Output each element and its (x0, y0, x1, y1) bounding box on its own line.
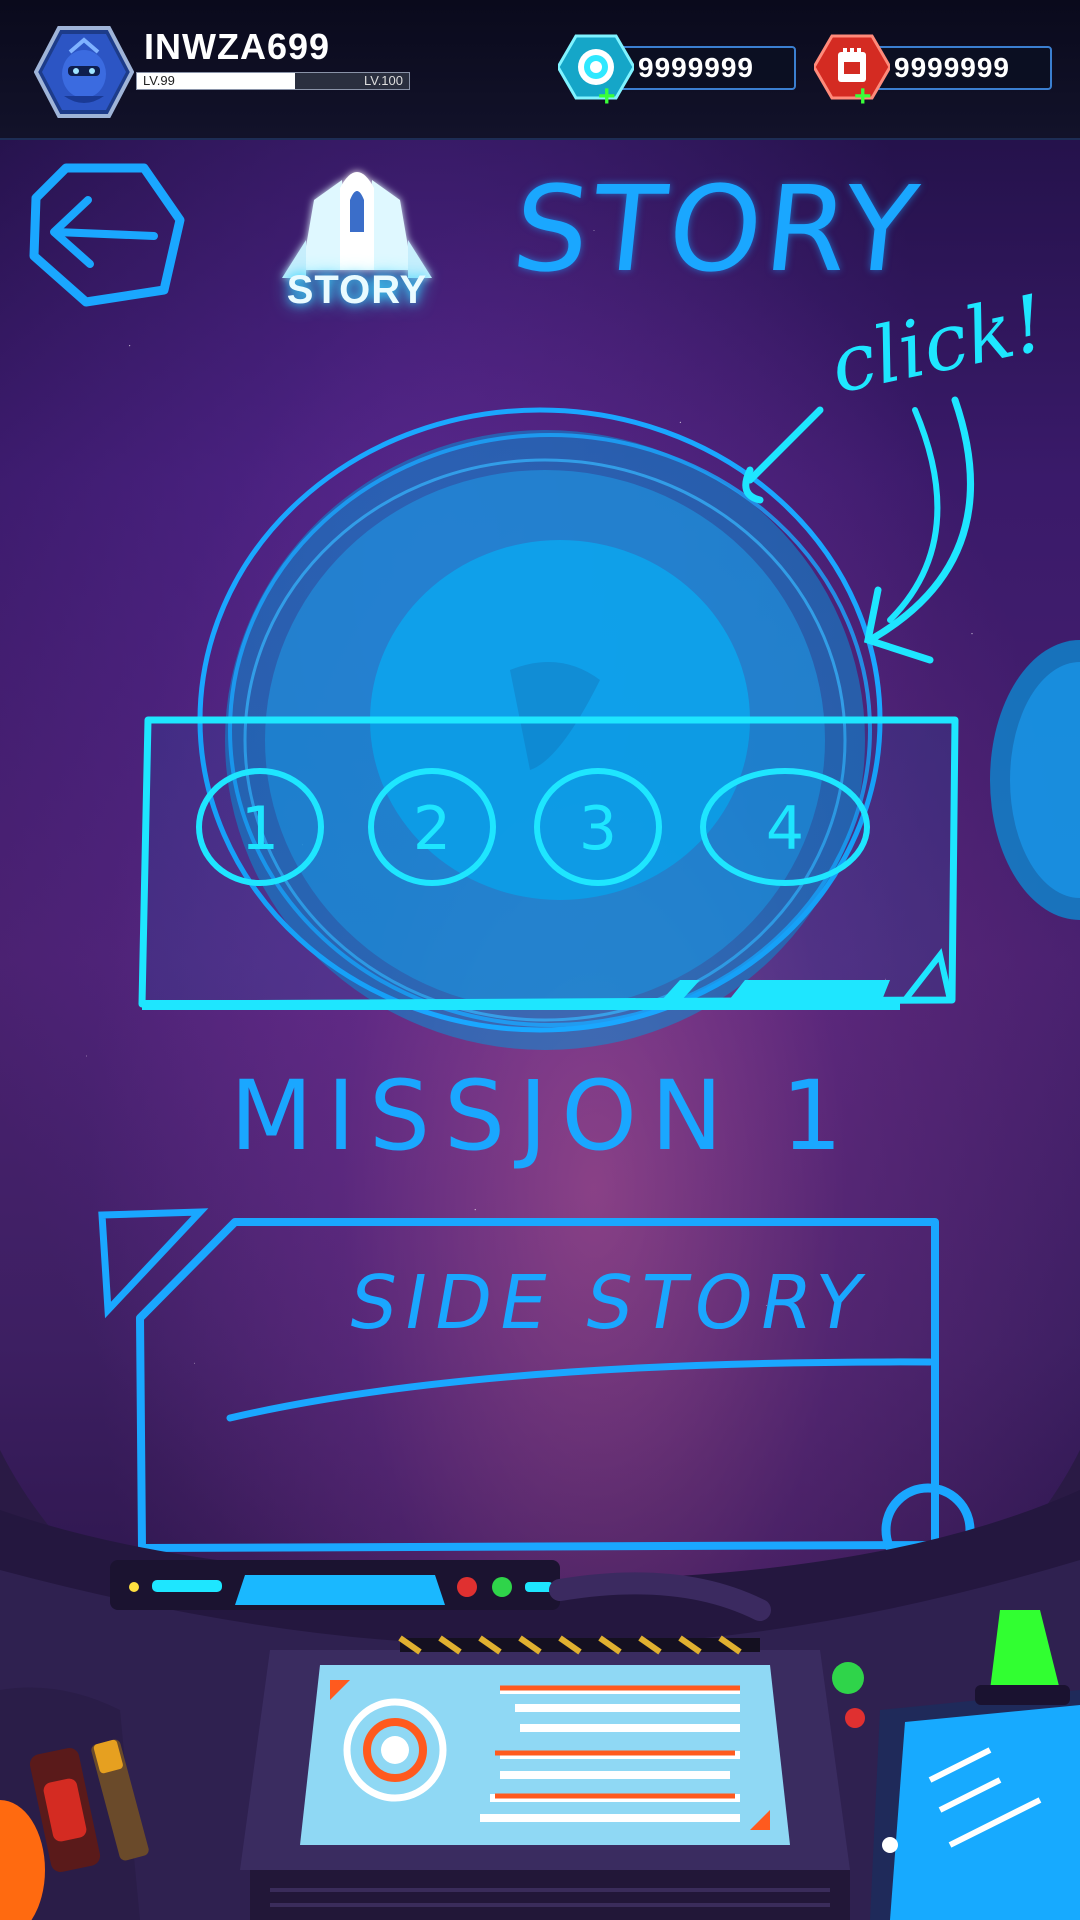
chapter-2-button[interactable]: 2 (368, 768, 496, 886)
chapter-1-button[interactable]: 1 (196, 768, 324, 886)
mission-title: MISSJON 1 (230, 1060, 857, 1172)
chapter-3-button[interactable]: 3 (534, 768, 662, 886)
side-story-label: SIDE STORY (342, 1260, 876, 1346)
cockpit-console (0, 1450, 1080, 1920)
side-planet (990, 640, 1080, 920)
chapter-4-button[interactable]: 4 (700, 768, 870, 886)
